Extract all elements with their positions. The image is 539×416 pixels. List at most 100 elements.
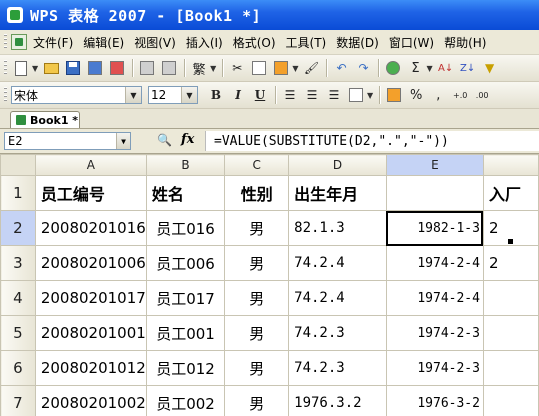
increase-decimal-button[interactable]: +.0 [450,85,470,105]
cell[interactable]: 1974-2-4 [385,245,484,281]
menu-insert[interactable]: 插入(I) [186,34,223,51]
cell[interactable]: 男 [224,245,290,281]
row-header[interactable]: 5 [0,315,36,351]
cut-button[interactable]: ✂ [227,58,247,78]
cell[interactable]: 员工006 [145,245,226,281]
menu-grip-handle[interactable] [4,34,7,50]
cell[interactable]: 员工012 [145,350,226,386]
cell[interactable]: 74.2.3 [288,315,387,351]
column-header-f[interactable] [482,154,539,176]
chevron-down-icon[interactable]: ▼ [181,87,197,103]
menu-file[interactable]: 文件(F) [33,34,73,51]
column-header-e[interactable]: E [385,154,484,176]
menu-help[interactable]: 帮助(H) [444,34,486,51]
document-icon[interactable] [11,34,27,50]
insert-function-button[interactable]: fx [181,132,194,147]
merge-center-button[interactable] [346,85,366,105]
new-document-button[interactable] [11,58,31,78]
toolbar-grip-handle[interactable] [4,87,7,103]
comma-style-button[interactable]: ‚ [428,85,448,105]
cell[interactable] [482,315,539,351]
open-button[interactable] [41,58,61,78]
chevron-down-icon[interactable]: ▼ [367,91,373,100]
cell[interactable]: 1976.3.2 [288,385,387,416]
cell[interactable] [482,350,539,386]
cell[interactable]: 2 [482,245,539,281]
cell[interactable]: 20080201001 [34,315,147,351]
row-header[interactable]: 2 [0,210,36,246]
cell[interactable]: 性别 [224,175,290,211]
cell[interactable] [385,175,484,211]
chevron-down-icon[interactable]: ▼ [426,64,432,73]
copy-button[interactable] [249,58,269,78]
bold-button[interactable]: B [206,85,226,105]
filter-button[interactable]: ▼ [480,58,500,78]
print-preview-button[interactable] [159,58,179,78]
cell[interactable]: 74.2.4 [288,280,387,316]
currency-format-button[interactable] [384,85,404,105]
column-header-a[interactable]: A [34,154,147,176]
name-box[interactable]: E2 ▼ [4,132,131,150]
save-button[interactable] [63,58,83,78]
cell[interactable]: 20080201012 [34,350,147,386]
cell[interactable] [482,280,539,316]
formula-input[interactable]: =VALUE(SUBSTITUTE(D2,".","-")) [205,131,539,151]
toolbar-grip-handle[interactable] [4,60,7,76]
align-center-button[interactable]: ☰ [302,85,322,105]
cell[interactable]: 20080201016 [34,210,147,246]
column-header-b[interactable]: B [145,154,226,176]
menu-window[interactable]: 窗口(W) [389,34,434,51]
redo-button[interactable]: ↷ [353,58,373,78]
sort-ascending-button[interactable]: A↓ [436,58,456,78]
cell[interactable]: 男 [224,350,290,386]
cell[interactable]: 74.2.4 [288,245,387,281]
row-header[interactable]: 1 [0,175,36,211]
cell[interactable]: 男 [224,315,290,351]
cell[interactable]: 1974-2-4 [385,280,484,316]
cell[interactable]: 20080201002 [34,385,147,416]
chevron-down-icon[interactable]: ▼ [125,87,141,103]
cell[interactable]: 员工001 [145,315,226,351]
selected-cell[interactable]: 1982-1-3 [385,210,484,246]
fill-handle[interactable] [508,239,513,244]
cell[interactable]: 男 [224,385,290,416]
font-name-select[interactable]: 宋体 ▼ [11,86,142,104]
cell[interactable]: 82.1.3 [288,210,387,246]
row-header[interactable]: 6 [0,350,36,386]
undo-button[interactable]: ↶ [331,58,351,78]
menu-view[interactable]: 视图(V) [134,34,176,51]
cell[interactable]: 员工002 [145,385,226,416]
export-pdf-button[interactable] [107,58,127,78]
cell[interactable]: 入厂 [482,175,539,211]
paste-button[interactable] [271,58,291,78]
align-left-button[interactable]: ☰ [280,85,300,105]
column-header-d[interactable]: D [288,154,387,176]
tab-book1[interactable]: Book1 * [10,111,80,128]
percent-style-button[interactable]: % [406,85,426,105]
cell[interactable]: 1974-2-3 [385,315,484,351]
cell[interactable]: 20080201017 [34,280,147,316]
cell[interactable]: 男 [224,280,290,316]
underline-button[interactable]: U [250,85,270,105]
cell[interactable]: 1976-3-2 [385,385,484,416]
cell[interactable]: 20080201006 [34,245,147,281]
chevron-down-icon[interactable]: ▼ [116,133,130,149]
chevron-down-icon[interactable]: ▼ [32,64,38,73]
decrease-decimal-button[interactable]: .00 [472,85,492,105]
menu-format[interactable]: 格式(O) [233,34,276,51]
autosum-button[interactable]: Σ [405,58,425,78]
column-header-c[interactable]: C [224,154,290,176]
cell[interactable]: 员工017 [145,280,226,316]
menu-edit[interactable]: 编辑(E) [83,34,124,51]
cell[interactable]: 74.2.3 [288,350,387,386]
sort-descending-button[interactable]: Z↓ [458,58,478,78]
chevron-down-icon[interactable]: ▼ [210,64,216,73]
row-header[interactable]: 4 [0,280,36,316]
row-header[interactable]: 7 [0,385,36,416]
spreadsheet-grid[interactable]: A B C D E 1 员工编号 姓名 性别 出生年月 入厂 2 2008020… [0,154,539,416]
print-button[interactable] [137,58,157,78]
menu-data[interactable]: 数据(D) [336,34,379,51]
cell[interactable]: 姓名 [145,175,226,211]
search-function-icon[interactable]: 🔍 [157,133,172,147]
cell[interactable]: 出生年月 [288,175,387,211]
